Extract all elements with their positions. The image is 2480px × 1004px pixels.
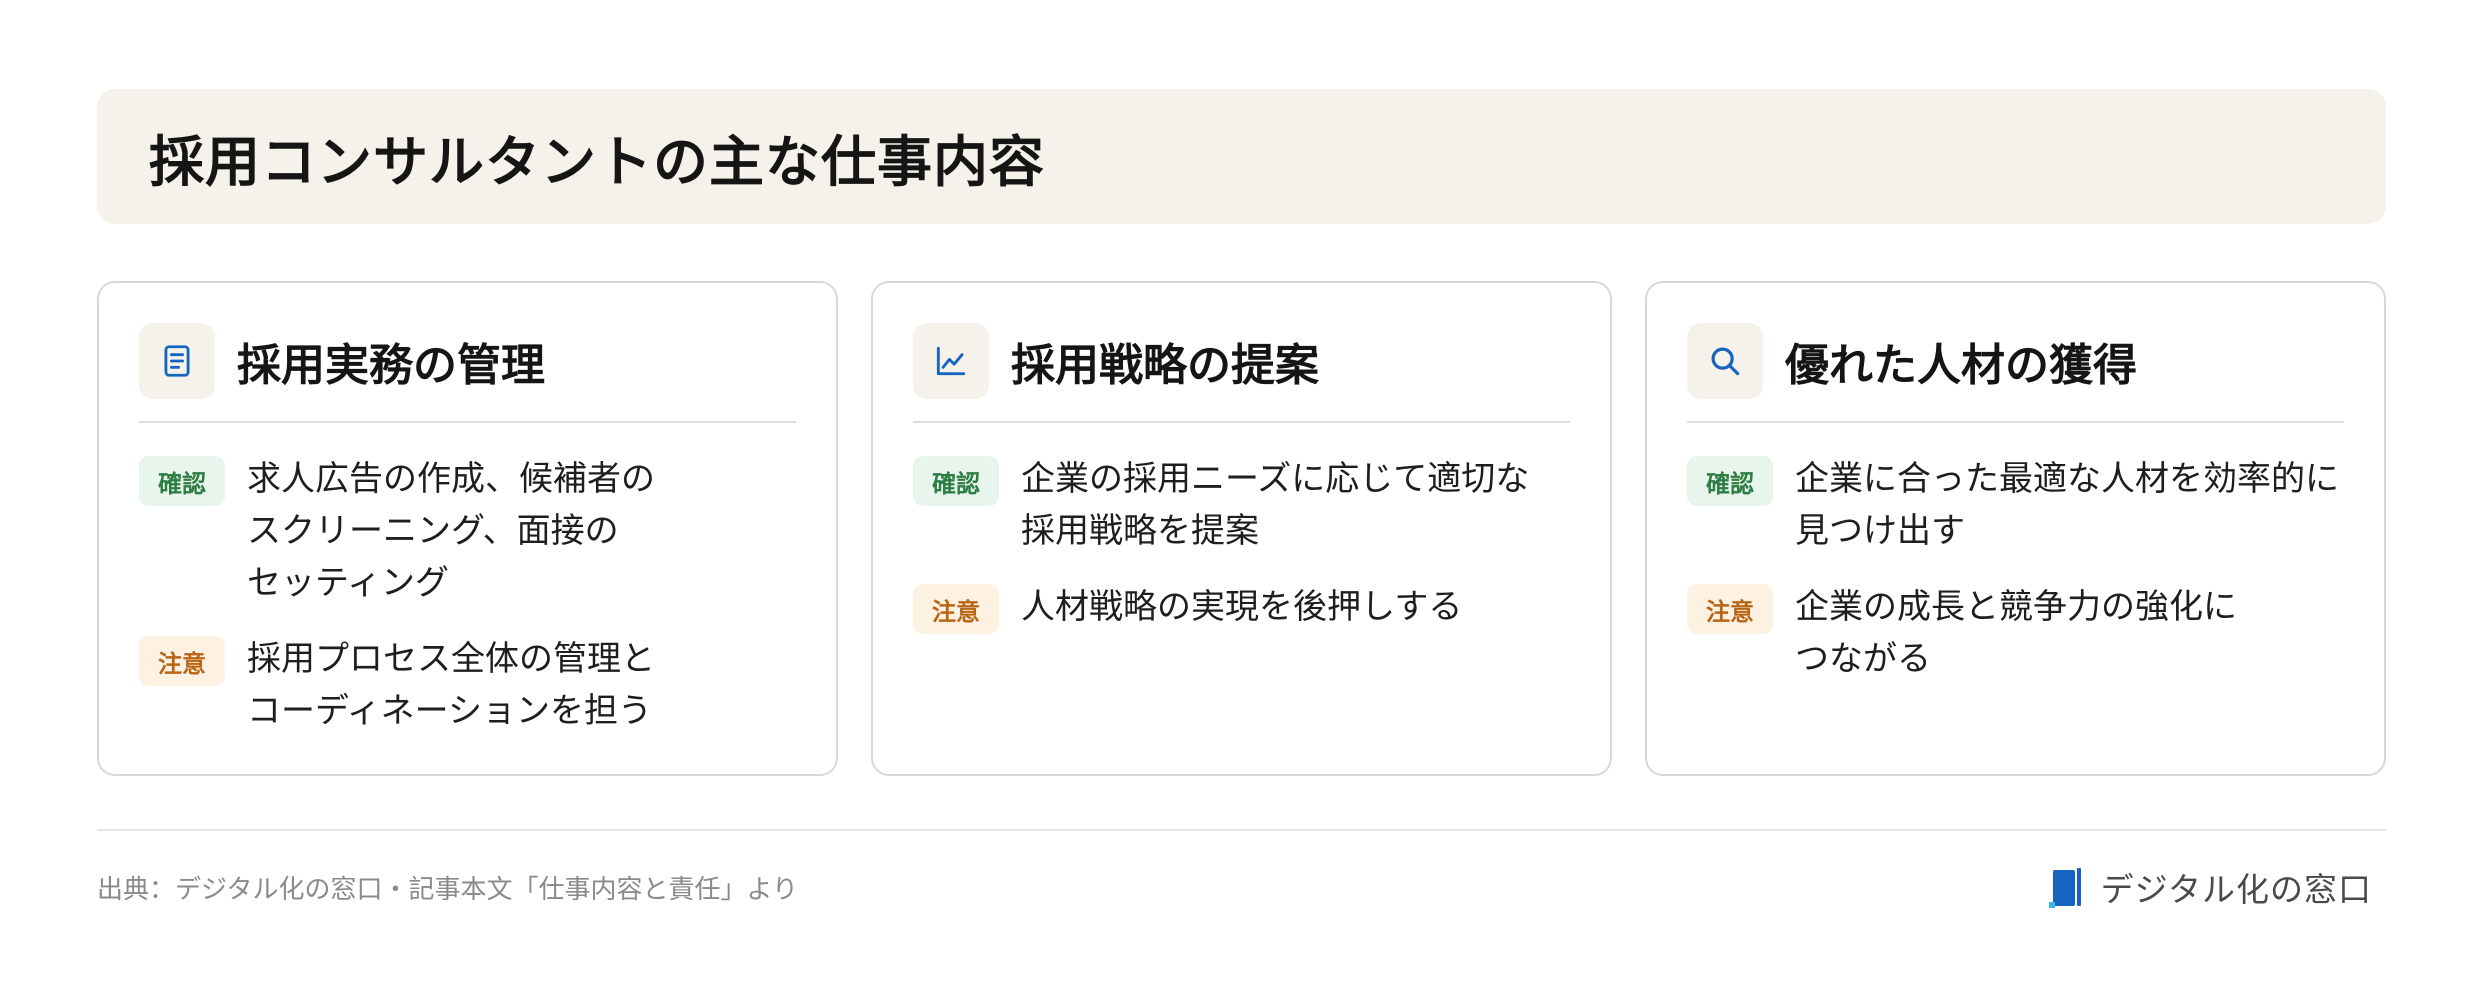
item-text-line: 人材戦略の実現を後押しする [1021, 587, 1463, 627]
list-item: 注意 企業の成長と競争力の強化に つながる [1687, 581, 2344, 685]
list-item: 注意 採用プロセス全体の管理と コーディネーションを担う [139, 633, 796, 737]
card-divider [139, 421, 796, 423]
item-text-line: 採用戦略を提案 [1021, 511, 1259, 551]
card-header: 優れた人材の獲得 [1687, 323, 2344, 399]
caution-badge: 注意 [139, 636, 225, 686]
brand-mark-icon [2048, 868, 2081, 908]
document-icon [139, 323, 215, 399]
item-text-line: 企業の採用ニーズに応じて適切な [1021, 459, 1530, 499]
card-header: 採用戦略の提案 [913, 323, 1570, 399]
confirm-badge: 確認 [1687, 456, 1773, 506]
item-text: 企業に合った最適な人材を効率的に 見つけ出す [1795, 453, 2339, 557]
source-citation: 出典：デジタル化の窓口・記事本文「仕事内容と責任」より [97, 875, 798, 905]
page-title: 採用コンサルタントの主な仕事内容 [149, 129, 1046, 194]
item-text-line: 企業に合った最適な人材を効率的に [1795, 459, 2339, 499]
footer-divider [97, 829, 2386, 831]
item-text-line: 求人広告の作成、候補者の [247, 459, 655, 499]
item-text-line: スクリーニング、面接の [247, 511, 619, 551]
item-text-line: セッティング [247, 563, 449, 603]
confirm-badge: 確認 [139, 456, 225, 506]
list-item: 注意 人材戦略の実現を後押しする [913, 581, 1570, 634]
card-strategy-proposal: 採用戦略の提案 確認 企業の採用ニーズに応じて適切な 採用戦略を提案 注意 人材… [871, 281, 1612, 776]
item-text: 求人広告の作成、候補者の スクリーニング、面接の セッティング [247, 453, 655, 609]
card-divider [1687, 421, 2344, 423]
card-row: 採用実務の管理 確認 求人広告の作成、候補者の スクリーニング、面接の セッティ… [97, 281, 2386, 776]
item-text-line: つながる [1795, 639, 1931, 679]
title-banner: 採用コンサルタントの主な仕事内容 [97, 89, 2386, 224]
card-talent-acquisition: 優れた人材の獲得 確認 企業に合った最適な人材を効率的に 見つけ出す 注意 企業… [1645, 281, 2386, 776]
item-text: 人材戦略の実現を後押しする [1021, 581, 1462, 633]
card-header: 採用実務の管理 [139, 323, 796, 399]
caution-badge: 注意 [913, 584, 999, 634]
card-divider [913, 421, 1570, 423]
card-title: 採用実務の管理 [237, 340, 545, 391]
brand-name: デジタル化の窓口 [2100, 870, 2372, 909]
confirm-badge: 確認 [913, 456, 999, 506]
search-icon [1687, 323, 1763, 399]
caution-badge: 注意 [1687, 584, 1773, 634]
item-text-line: コーディネーションを担う [247, 691, 652, 731]
list-item: 確認 求人広告の作成、候補者の スクリーニング、面接の セッティング [139, 453, 796, 609]
card-recruitment-management: 採用実務の管理 確認 求人広告の作成、候補者の スクリーニング、面接の セッティ… [97, 281, 838, 776]
brand-logo: デジタル化の窓口 [2048, 862, 2372, 912]
card-title: 優れた人材の獲得 [1785, 340, 2137, 391]
item-text: 採用プロセス全体の管理と コーディネーションを担う [247, 633, 655, 737]
card-title: 採用戦略の提案 [1011, 340, 1319, 391]
list-item: 確認 企業に合った最適な人材を効率的に 見つけ出す [1687, 453, 2344, 557]
line-chart-icon [913, 323, 989, 399]
item-text-line: 採用プロセス全体の管理と [247, 639, 655, 679]
infographic-page: 採用コンサルタントの主な仕事内容 採用実務の管理 確認 求人広告の作成、候補者の… [0, 0, 2480, 1004]
item-text-line: 企業の成長と競争力の強化に [1795, 587, 2237, 627]
item-text: 企業の成長と競争力の強化に つながる [1795, 581, 2237, 685]
item-text: 企業の採用ニーズに応じて適切な 採用戦略を提案 [1021, 453, 1529, 557]
list-item: 確認 企業の採用ニーズに応じて適切な 採用戦略を提案 [913, 453, 1570, 557]
item-text-line: 見つけ出す [1795, 511, 1965, 551]
